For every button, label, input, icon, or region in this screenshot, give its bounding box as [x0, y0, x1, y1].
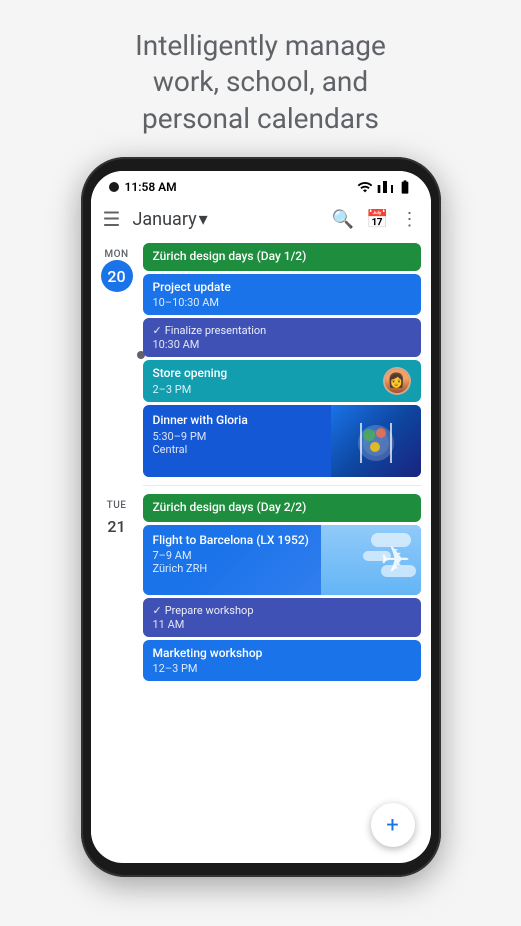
- day-section-mon20: MON 20 Zürich design days (Day 1/2) Proj…: [91, 239, 431, 481]
- event-title: Prepare workshop: [165, 604, 254, 617]
- signal-icon: [377, 179, 393, 195]
- event-time: 10–10:30 AM: [153, 296, 411, 309]
- calendar-content: MON 20 Zürich design days (Day 1/2) Proj…: [91, 239, 431, 851]
- status-bar: 11:58 AM: [91, 171, 431, 199]
- dinner-bg: [331, 405, 421, 477]
- event-title: Marketing workshop: [153, 646, 411, 662]
- battery-icon: [397, 179, 413, 195]
- phone-screen: 11:58 AM ☰ January▾ 🔍 📅 ⋮: [91, 171, 431, 863]
- check-icon: ✓: [153, 324, 162, 337]
- day-num-mon20: 20: [101, 260, 133, 292]
- event-check-row: ✓ Prepare workshop: [153, 604, 411, 617]
- event-check-row: ✓ Finalize presentation: [153, 324, 411, 337]
- status-time: 11:58 AM: [125, 180, 177, 194]
- event-zurich-day2[interactable]: Zürich design days (Day 2/2): [143, 494, 421, 522]
- event-title: Store opening: [153, 366, 228, 382]
- dropdown-chevron-icon: ▾: [199, 209, 208, 230]
- event-title: Project update: [153, 280, 411, 296]
- day-label-tue21: TUE 21: [91, 494, 143, 681]
- event-zurich-day1[interactable]: Zürich design days (Day 1/2): [143, 243, 421, 271]
- status-icons: [357, 179, 413, 195]
- phone-wrapper: 11:58 AM ☰ January▾ 🔍 📅 ⋮: [81, 157, 441, 877]
- event-flight-barcelona[interactable]: Flight to Barcelona (LX 1952) 7–9 AM Zür…: [143, 525, 421, 595]
- event-title: Zürich design days (Day 1/2): [153, 249, 411, 265]
- check-icon: ✓: [153, 604, 162, 617]
- day-section-tue21: TUE 21 Zürich design days (Day 2/2): [91, 490, 431, 685]
- headline: Intelligently managework, school, andper…: [95, 0, 426, 157]
- event-time: 2–3 PM: [153, 383, 228, 396]
- events-col-tue21: Zürich design days (Day 2/2) Flight to B…: [143, 494, 431, 681]
- events-col-mon20: Zürich design days (Day 1/2) Project upd…: [143, 243, 431, 477]
- day-name-mon: MON: [104, 249, 128, 260]
- hamburger-icon[interactable]: ☰: [103, 207, 121, 231]
- fab-button[interactable]: +: [371, 803, 415, 847]
- day-num-tue21: 21: [101, 511, 133, 543]
- fab-plus-icon: +: [386, 813, 398, 838]
- event-store-opening[interactable]: Store opening 2–3 PM 👩: [143, 360, 421, 402]
- search-icon[interactable]: 🔍: [332, 209, 354, 230]
- event-time: 10:30 AM: [153, 338, 411, 351]
- day-label-mon20: MON 20: [91, 243, 143, 477]
- avatar: 👩: [383, 367, 411, 395]
- event-project-update[interactable]: Project update 10–10:30 AM: [143, 274, 421, 316]
- event-marketing-workshop[interactable]: Marketing workshop 12–3 PM: [143, 640, 421, 682]
- wifi-icon: [357, 179, 373, 195]
- event-prepare-workshop[interactable]: ✓ Prepare workshop 11 AM: [143, 598, 421, 637]
- event-dinner-gloria[interactable]: Dinner with Gloria 5:30–9 PM Central: [143, 405, 421, 477]
- camera-dot: [109, 182, 119, 192]
- food-image: [341, 413, 411, 468]
- event-title: Zürich design days (Day 2/2): [153, 500, 411, 516]
- plane-icon: ✈: [380, 539, 410, 581]
- month-title[interactable]: January▾: [132, 209, 319, 230]
- event-title: Finalize presentation: [165, 324, 267, 337]
- event-finalize-presentation[interactable]: ✓ Finalize presentation 10:30 AM: [143, 318, 421, 357]
- event-time: 11 AM: [153, 618, 411, 631]
- more-options-icon[interactable]: ⋮: [401, 209, 419, 230]
- day-name-tue: TUE: [107, 500, 127, 511]
- calendar-view-icon[interactable]: 📅: [366, 209, 388, 230]
- day-divider: [143, 485, 421, 486]
- event-time: 12–3 PM: [153, 662, 411, 675]
- header-actions: 🔍 📅 ⋮: [332, 209, 419, 230]
- app-header: ☰ January▾ 🔍 📅 ⋮: [91, 199, 431, 239]
